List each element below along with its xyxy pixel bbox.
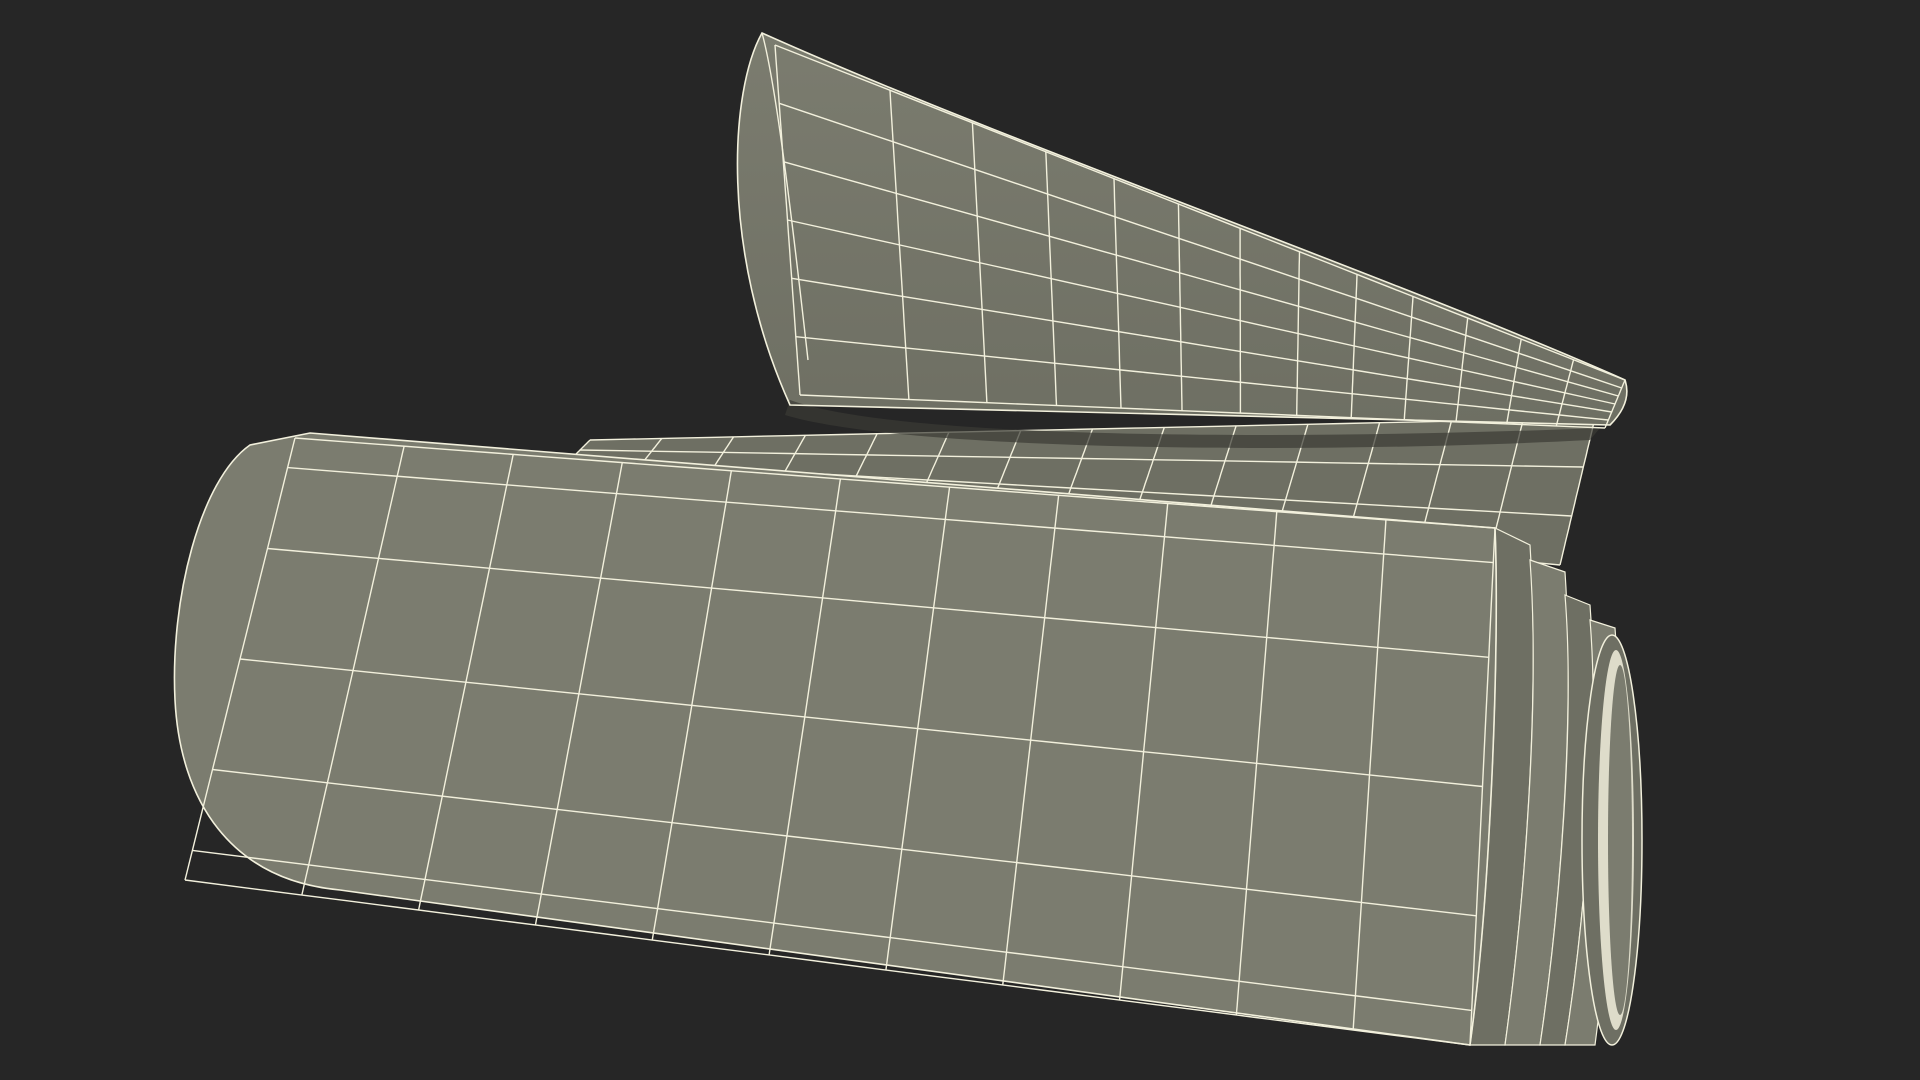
wireframe-scene <box>173 31 1643 1046</box>
roll-body <box>174 433 1497 1045</box>
roll-core-hole <box>1608 665 1632 1015</box>
curled-sheet <box>737 33 1627 425</box>
viewport <box>0 0 1920 1080</box>
